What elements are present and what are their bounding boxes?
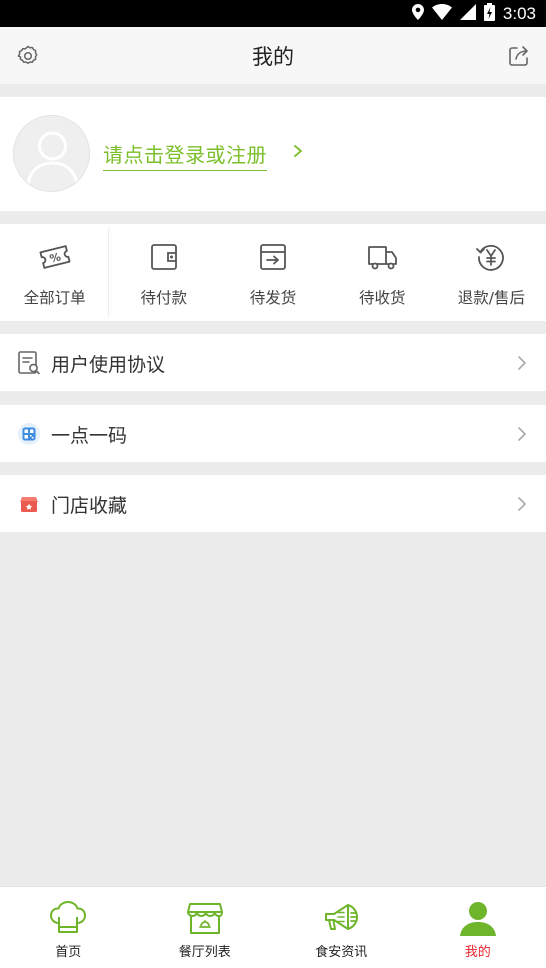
svg-text:%: % — [48, 250, 62, 265]
order-shortcuts: % 全部订单 待付款 待发货 待收货 退款/售后 — [0, 224, 546, 321]
nav-label: 首页 — [55, 945, 82, 960]
agreement-icon — [16, 350, 42, 376]
wallet-icon — [147, 240, 181, 274]
nav-label: 餐厅列表 — [178, 945, 231, 960]
restaurant-icon — [185, 899, 225, 937]
order-pending-shipment[interactable]: 待发货 — [218, 224, 327, 321]
nav-restaurants[interactable]: 餐厅列表 — [137, 887, 274, 968]
user-icon — [458, 899, 498, 937]
menu-label: 用户使用协议 — [51, 354, 166, 376]
store-favorite-icon — [16, 491, 42, 517]
status-icons: 3:03 — [411, 3, 536, 25]
signal-icon — [459, 4, 476, 24]
status-time: 3:03 — [502, 4, 536, 23]
location-icon — [411, 4, 424, 24]
menu-label: 一点一码 — [51, 425, 128, 447]
order-label: 待收货 — [358, 289, 406, 307]
menu-user-agreement[interactable]: 用户使用协议 — [0, 334, 546, 391]
chevron-right-icon — [517, 354, 527, 372]
header: 我的 — [0, 27, 546, 84]
qrcode-icon — [16, 421, 42, 447]
default-avatar-icon — [26, 131, 79, 185]
refund-yen-icon — [474, 240, 508, 274]
menu-store-favorites[interactable]: 门店收藏 — [0, 475, 546, 532]
truck-icon — [365, 240, 399, 274]
menu-one-code[interactable]: 一点一码 — [0, 405, 546, 462]
coupon-icon: % — [38, 240, 72, 274]
profile-card: 请点击登录或注册 — [0, 97, 546, 211]
battery-icon — [483, 3, 495, 25]
order-pending-payment[interactable]: 待付款 — [109, 224, 218, 321]
order-label: 退款/售后 — [457, 289, 526, 307]
avatar[interactable] — [13, 115, 90, 192]
menu-label: 门店收藏 — [51, 495, 128, 517]
login-register-link[interactable]: 请点击登录或注册 — [103, 139, 267, 171]
nav-my-profile[interactable]: 我的 — [410, 887, 546, 968]
megaphone-icon — [321, 899, 361, 937]
box-icon — [256, 240, 290, 274]
bottom-navigation: 首页 餐厅列表 食安资讯 我的 — [0, 886, 546, 968]
order-label: 待付款 — [140, 289, 188, 307]
chevron-right-icon — [517, 425, 527, 443]
order-label: 全部订单 — [23, 289, 86, 307]
share-icon — [509, 46, 528, 66]
order-pending-receipt[interactable]: 待收货 — [328, 224, 437, 321]
nav-label: 我的 — [464, 945, 491, 960]
chevron-right-icon — [517, 495, 527, 513]
status-bar: 3:03 — [0, 0, 546, 27]
order-all[interactable]: % 全部订单 — [0, 224, 110, 321]
share-button[interactable] — [506, 43, 532, 69]
order-label: 待发货 — [249, 289, 297, 307]
chevron-right-icon — [290, 141, 306, 161]
nav-food-safety-news[interactable]: 食安资讯 — [273, 887, 410, 968]
order-refund[interactable]: 退款/售后 — [437, 224, 546, 321]
nav-label: 食安资讯 — [315, 945, 368, 960]
wifi-icon — [431, 4, 452, 24]
nav-home[interactable]: 首页 — [0, 887, 137, 968]
page-title: 我的 — [252, 45, 294, 69]
chef-hat-icon — [48, 899, 88, 937]
